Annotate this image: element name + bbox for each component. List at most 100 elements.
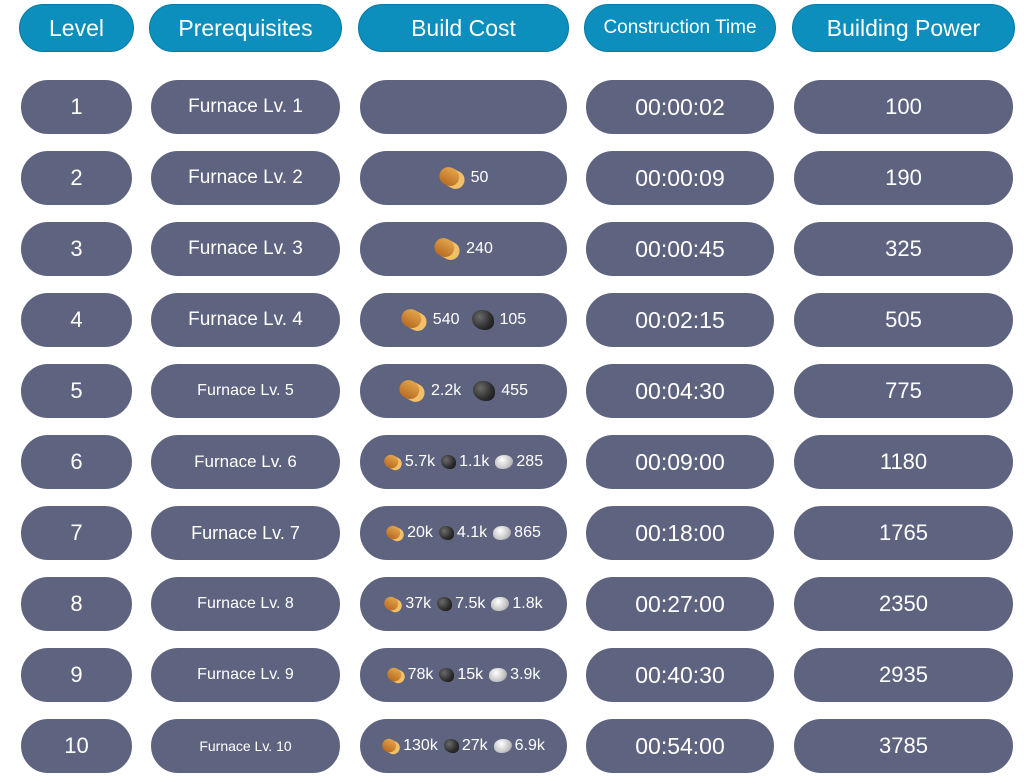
wood-amount: 78k xyxy=(407,666,434,683)
header-construction-time: Construction Time xyxy=(584,4,776,52)
build-cost-cell: 2.2k 455 xyxy=(358,362,569,420)
coal-icon xyxy=(439,668,455,682)
coal-cost: 4.1k xyxy=(438,524,487,542)
build-cost-cell: 540 105 xyxy=(358,291,569,349)
coal-amount: 27k xyxy=(461,737,488,754)
wood-amount: 5.7k xyxy=(404,453,436,470)
wood-log-icon xyxy=(382,594,405,614)
coal-icon xyxy=(443,739,459,753)
coal-icon xyxy=(441,455,457,469)
coal-amount: 1.1k xyxy=(459,453,490,470)
wood-amount: 20k xyxy=(407,524,433,541)
build-cost-cell: 5.7k 1.1k 285 xyxy=(358,433,569,491)
coal-cost: 1.1k xyxy=(441,453,489,471)
level-cell: 4 xyxy=(19,291,134,349)
building-power-cell: 505 xyxy=(792,291,1015,349)
level-cell: 6 xyxy=(19,433,134,491)
coal-cost: 15k xyxy=(439,666,483,684)
wood-cost: 37k xyxy=(382,594,432,614)
prerequisite-cell: Furnace Lv. 9 xyxy=(149,646,342,704)
wood-cost: 2.2k xyxy=(396,376,462,406)
iron-amount: 865 xyxy=(514,524,541,541)
iron-cost: 1.8k xyxy=(491,595,543,613)
construction-time-cell: 00:00:45 xyxy=(584,220,776,278)
building-power-cell: 3785 xyxy=(792,717,1015,775)
build-cost-cell: 240 xyxy=(358,220,569,278)
wood-cost: 540 xyxy=(398,305,460,335)
header-prerequisites: Prerequisites xyxy=(149,4,342,52)
level-cell: 7 xyxy=(19,504,134,562)
wood-log-icon xyxy=(431,234,463,264)
coal-icon xyxy=(473,381,496,401)
build-cost-cell: 130k 27k 6.9k xyxy=(358,717,569,775)
prerequisite-cell: Furnace Lv. 6 xyxy=(149,433,342,491)
header-level: Level xyxy=(19,4,134,52)
wood-amount: 240 xyxy=(466,240,493,257)
wood-log-icon xyxy=(398,305,430,335)
wood-amount: 50 xyxy=(470,169,489,186)
wood-cost: 50 xyxy=(435,163,489,193)
wood-cost: 5.7k xyxy=(381,452,436,472)
header-build-cost: Build Cost xyxy=(358,4,569,52)
construction-time-cell: 00:00:02 xyxy=(584,78,776,136)
iron-ore-icon xyxy=(489,668,508,682)
construction-time-cell: 00:04:30 xyxy=(584,362,776,420)
prerequisite-cell: Furnace Lv. 4 xyxy=(149,291,342,349)
level-cell: 2 xyxy=(19,149,134,207)
iron-amount: 3.9k xyxy=(510,666,541,683)
construction-time-cell: 00:27:00 xyxy=(584,575,776,633)
iron-amount: 6.9k xyxy=(514,737,545,754)
coal-cost: 7.5k xyxy=(437,595,485,613)
wood-log-icon xyxy=(384,665,407,685)
wood-log-icon xyxy=(396,376,428,406)
build-cost-cell xyxy=(358,78,569,136)
wood-cost: 78k xyxy=(384,665,434,685)
construction-time-cell: 00:09:00 xyxy=(584,433,776,491)
iron-ore-icon xyxy=(493,526,512,540)
wood-log-icon xyxy=(435,163,468,193)
level-cell: 8 xyxy=(19,575,134,633)
coal-cost: 455 xyxy=(473,381,528,401)
prerequisite-cell: Furnace Lv. 2 xyxy=(149,149,342,207)
coal-cost: 27k xyxy=(443,737,488,755)
iron-ore-icon xyxy=(495,455,514,469)
level-cell: 9 xyxy=(19,646,134,704)
wood-amount: 540 xyxy=(432,311,460,328)
prerequisite-cell: Furnace Lv. 7 xyxy=(149,504,342,562)
prerequisite-cell: Furnace Lv. 3 xyxy=(149,220,342,278)
wood-cost: 240 xyxy=(431,234,493,264)
iron-cost: 3.9k xyxy=(489,666,540,684)
level-cell: 3 xyxy=(19,220,134,278)
building-power-cell: 1180 xyxy=(792,433,1015,491)
building-power-cell: 325 xyxy=(792,220,1015,278)
wood-cost: 130k xyxy=(380,736,438,756)
prerequisite-cell: Furnace Lv. 1 xyxy=(149,78,342,136)
iron-cost: 6.9k xyxy=(493,737,545,755)
coal-amount: 455 xyxy=(501,382,528,399)
iron-ore-icon xyxy=(493,739,512,753)
coal-icon xyxy=(437,597,453,611)
building-power-cell: 2935 xyxy=(792,646,1015,704)
building-power-cell: 190 xyxy=(792,149,1015,207)
building-power-cell: 1765 xyxy=(792,504,1015,562)
iron-cost: 865 xyxy=(493,524,541,542)
wood-log-icon xyxy=(380,736,403,756)
wood-amount: 37k xyxy=(405,595,432,612)
coal-icon xyxy=(471,310,494,330)
prerequisite-cell: Furnace Lv. 5 xyxy=(149,362,342,420)
build-cost-cell: 20k 4.1k 865 xyxy=(358,504,569,562)
prerequisite-cell: Furnace Lv. 8 xyxy=(149,575,342,633)
prerequisite-cell: Furnace Lv. 10 xyxy=(149,717,342,775)
coal-cost: 105 xyxy=(471,310,526,330)
wood-amount: 2.2k xyxy=(431,382,462,399)
iron-ore-icon xyxy=(491,597,510,611)
iron-amount: 285 xyxy=(516,453,544,470)
wood-log-icon xyxy=(381,452,404,472)
wood-amount: 130k xyxy=(403,737,438,754)
iron-amount: 1.8k xyxy=(512,595,543,612)
construction-time-cell: 00:40:30 xyxy=(584,646,776,704)
building-power-cell: 100 xyxy=(792,78,1015,136)
level-cell: 1 xyxy=(19,78,134,136)
coal-icon xyxy=(438,526,454,540)
construction-time-cell: 00:00:09 xyxy=(584,149,776,207)
